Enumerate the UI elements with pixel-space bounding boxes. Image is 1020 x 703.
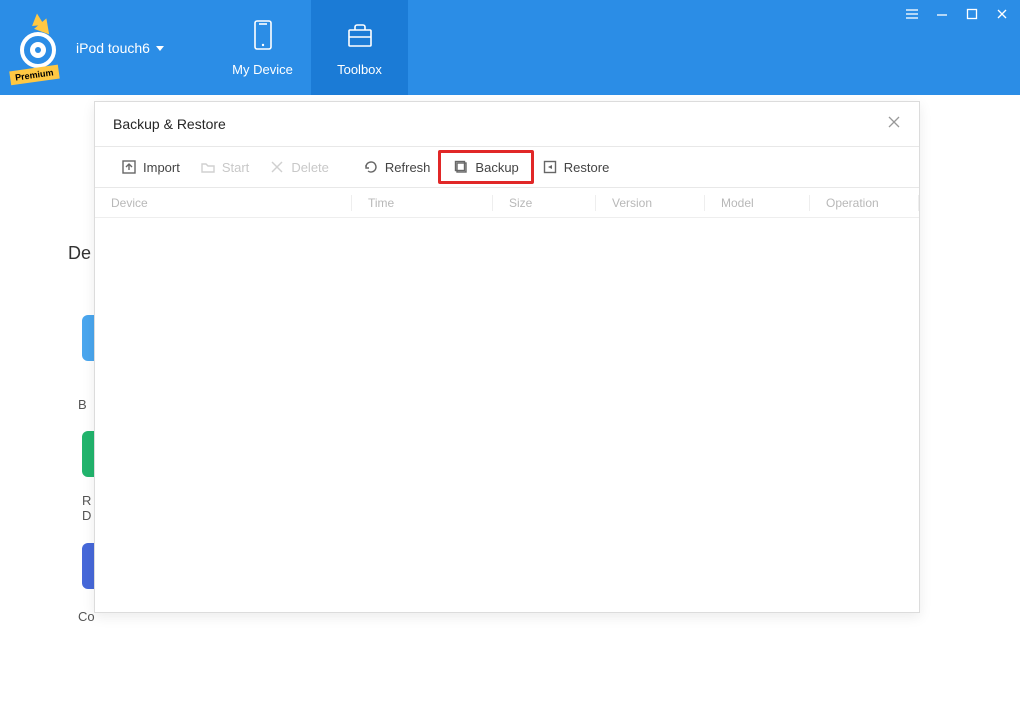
table-body-empty: [95, 218, 919, 612]
column-version: Version: [596, 196, 704, 210]
minimize-button[interactable]: [934, 6, 950, 22]
import-icon: [121, 159, 137, 175]
backup-button[interactable]: Backup: [438, 150, 533, 184]
column-operation: Operation: [810, 196, 918, 210]
bg-caption-2: R D: [82, 493, 91, 523]
refresh-icon: [363, 159, 379, 175]
column-time: Time: [352, 196, 492, 210]
tab-label: My Device: [232, 62, 293, 77]
bg-caption-3: Co: [78, 609, 95, 624]
column-model: Model: [705, 196, 809, 210]
folder-icon: [200, 159, 216, 175]
delete-label: Delete: [291, 160, 329, 175]
backup-restore-dialog: Backup & Restore Import Start Delete: [94, 101, 920, 613]
start-button: Start: [190, 153, 259, 181]
dialog-close-button[interactable]: [887, 115, 901, 134]
table-header: Device Time Size Version Model Operation: [95, 188, 919, 218]
refresh-label: Refresh: [385, 160, 431, 175]
toolbox-icon: [343, 18, 377, 52]
delete-icon: [269, 159, 285, 175]
logo-area: Premium iPod touch6: [0, 0, 214, 95]
maximize-button[interactable]: [964, 6, 980, 22]
backup-icon: [453, 159, 469, 175]
device-name: iPod touch6: [76, 40, 150, 56]
tablet-icon: [246, 18, 280, 52]
premium-badge: Premium: [9, 64, 59, 85]
tab-my-device[interactable]: My Device: [214, 0, 311, 95]
backup-label: Backup: [475, 160, 518, 175]
tab-toolbox[interactable]: Toolbox: [311, 0, 408, 95]
dialog-header: Backup & Restore: [95, 102, 919, 146]
restore-button[interactable]: Restore: [532, 153, 620, 181]
eye-icon: [20, 32, 56, 68]
column-size: Size: [493, 196, 595, 210]
page-heading-fragment: De: [68, 243, 91, 264]
import-label: Import: [143, 160, 180, 175]
refresh-button[interactable]: Refresh: [353, 153, 441, 181]
nav-tabs: My Device Toolbox: [214, 0, 408, 95]
column-device: Device: [95, 196, 351, 210]
restore-label: Restore: [564, 160, 610, 175]
tab-label: Toolbox: [337, 62, 382, 77]
start-label: Start: [222, 160, 249, 175]
menu-icon[interactable]: [904, 6, 920, 22]
bg-caption-1: B: [78, 397, 87, 412]
delete-button: Delete: [259, 153, 339, 181]
restore-icon: [542, 159, 558, 175]
dialog-title: Backup & Restore: [113, 116, 226, 132]
dialog-toolbar: Import Start Delete Refresh Backup: [95, 146, 919, 188]
app-logo: Premium: [18, 20, 66, 76]
import-button[interactable]: Import: [111, 153, 190, 181]
device-selector[interactable]: iPod touch6: [76, 40, 164, 56]
window-controls: [904, 6, 1010, 22]
app-header: Premium iPod touch6 My Device: [0, 0, 1020, 95]
close-button[interactable]: [994, 6, 1010, 22]
